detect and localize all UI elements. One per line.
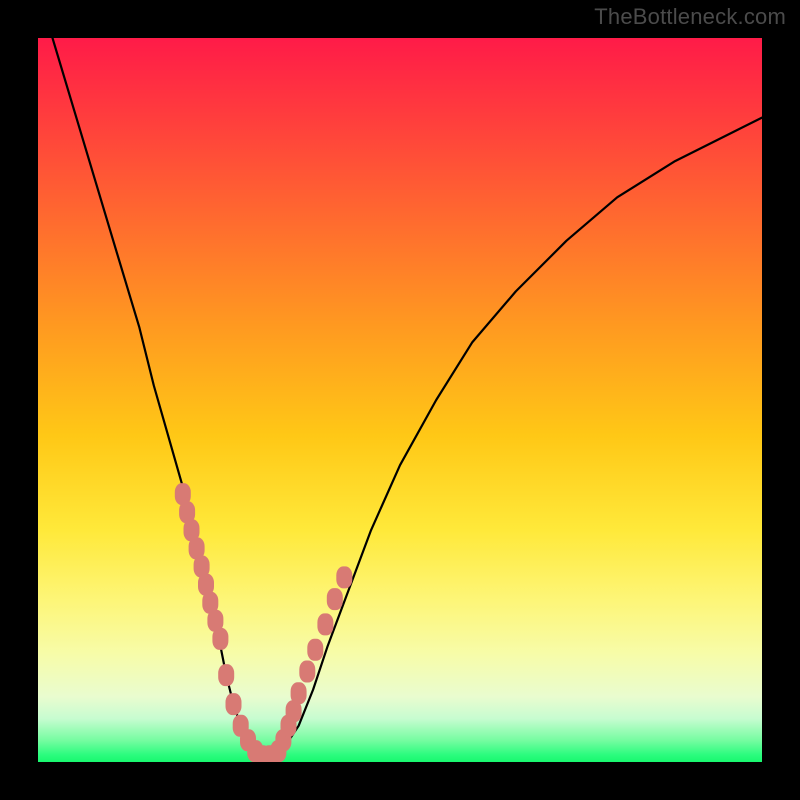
bench-marker	[307, 639, 323, 661]
bottleneck-curve	[53, 38, 763, 758]
chart-frame: TheBottleneck.com	[0, 0, 800, 800]
watermark-text: TheBottleneck.com	[594, 4, 786, 30]
bench-markers-group	[175, 483, 352, 762]
bench-marker	[291, 682, 307, 704]
bench-marker	[299, 661, 315, 683]
plot-area	[38, 38, 762, 762]
bench-marker	[262, 745, 278, 762]
bench-marker	[212, 628, 228, 650]
bench-marker	[317, 613, 333, 635]
bench-marker	[218, 664, 234, 686]
bench-marker	[336, 566, 352, 588]
bench-marker	[226, 693, 242, 715]
bench-marker	[327, 588, 343, 610]
chart-svg	[38, 38, 762, 762]
